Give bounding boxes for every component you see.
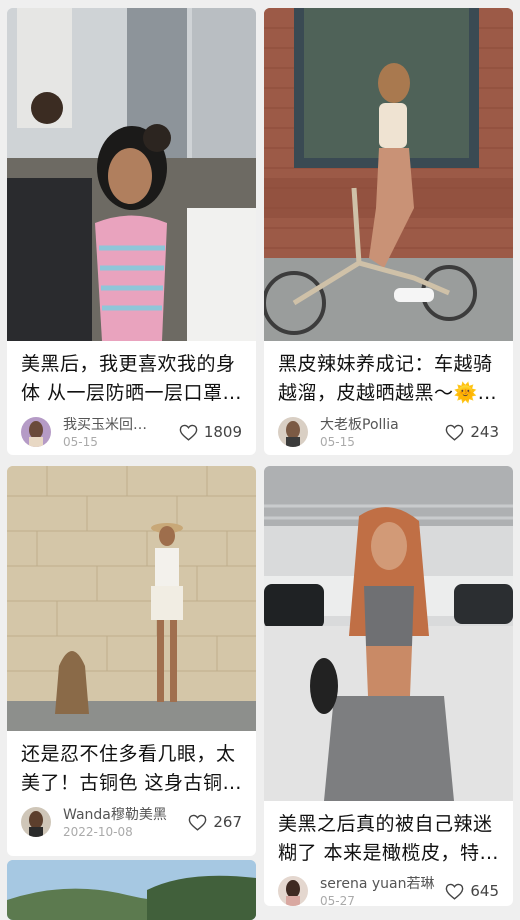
post-title-line: 美黑之后真的被自己辣迷 [278,813,493,835]
post-card[interactable]: 还是忍不住多看几眼，太 美了！古铜色 这身古铜… Wanda穆勒美黑 2022-… [7,466,256,856]
post-title-line: 糊了 本来是橄榄皮，特… [278,842,500,864]
post-card[interactable] [7,860,256,920]
avatar[interactable] [21,807,51,837]
post-title-line: 体 从一层防晒一层口罩… [21,382,243,404]
post-date: 2022-10-08 [63,825,133,839]
avatar[interactable] [278,417,308,447]
post-title[interactable]: 还是忍不住多看几眼，太 美了！古铜色 这身古铜… [21,740,246,798]
post-title-line: 还是忍不住多看几眼，太 [21,743,236,765]
post-date: 05-27 [320,894,355,906]
heart-outline-icon [189,814,207,831]
post-title-line: 黑皮辣妹养成记：车越骑 [278,353,493,375]
post-title-line: 美黑后，我更喜欢我的身 [21,353,236,375]
author-name[interactable]: 我买玉米回… [63,417,181,433]
author-name[interactable]: Wanda穆勒美黑 [63,807,181,823]
heart-outline-icon [446,883,464,900]
like-button[interactable]: 1809 [179,423,242,441]
post-date: 05-15 [63,435,98,449]
avatar[interactable] [21,417,51,447]
like-button[interactable]: 243 [445,423,499,441]
post-title[interactable]: 黑皮辣妹养成记：车越骑 越溜，皮越晒越黑～🌞… [278,350,503,408]
post-card[interactable]: 黑皮辣妹养成记：车越骑 越溜，皮越晒越黑～🌞… 大老板Pollia 05-15 … [264,8,513,455]
author-name[interactable]: 大老板Pollia [320,417,438,433]
like-count: 645 [470,882,499,900]
post-title[interactable]: 美黑之后真的被自己辣迷 糊了 本来是橄榄皮，特… [278,810,503,868]
like-button[interactable]: 645 [445,882,499,900]
like-count: 267 [213,813,242,831]
like-count: 243 [470,423,499,441]
like-count: 1809 [203,423,242,441]
post-photo[interactable] [7,466,256,731]
post-meta: 我买玉米回… 05-15 1809 [21,417,242,453]
post-card[interactable]: 美黑之后真的被自己辣迷 糊了 本来是橄榄皮，特… serena yuan若琳 0… [264,466,513,906]
feed-grid: 美黑后，我更喜欢我的身 体 从一层防晒一层口罩… 我买玉米回… 05-15 18… [0,0,520,920]
like-button[interactable]: 267 [188,813,242,831]
post-card[interactable]: 美黑后，我更喜欢我的身 体 从一层防晒一层口罩… 我买玉米回… 05-15 18… [7,8,256,455]
post-meta: 大老板Pollia 05-15 243 [278,417,499,453]
post-title-line: 美了！古铜色 这身古铜… [21,772,243,794]
post-photo[interactable] [7,860,256,920]
post-date: 05-15 [320,435,355,449]
author-name[interactable]: serena yuan若琳 [320,876,438,892]
post-meta: serena yuan若琳 05-27 645 [278,876,499,906]
post-photo[interactable] [264,8,513,341]
heart-outline-icon [179,424,198,441]
post-title-line: 越溜，皮越晒越黑～🌞… [278,382,498,404]
avatar[interactable] [278,876,308,906]
post-photo[interactable] [7,8,256,341]
heart-outline-icon [446,424,464,441]
post-photo[interactable] [264,466,513,801]
post-meta: Wanda穆勒美黑 2022-10-08 267 [21,807,242,843]
post-title[interactable]: 美黑后，我更喜欢我的身 体 从一层防晒一层口罩… [21,350,246,408]
